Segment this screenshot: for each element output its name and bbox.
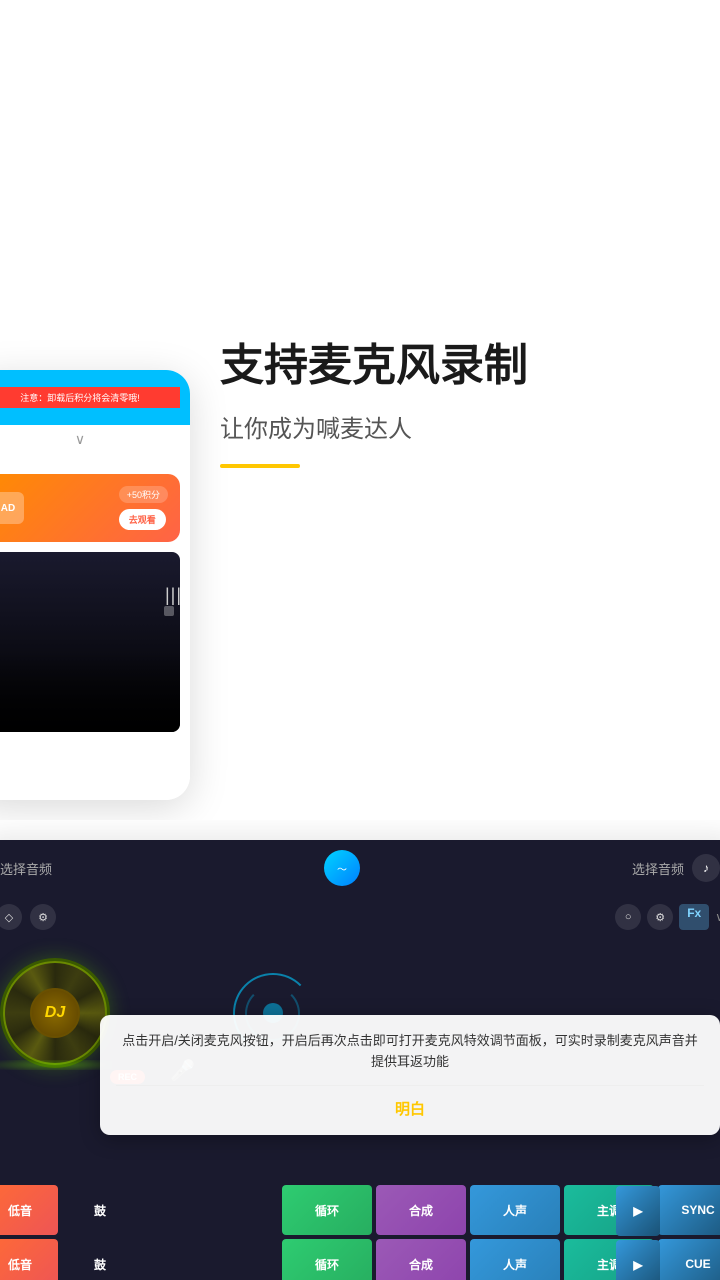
vinyl-left: DJ [0, 958, 110, 1068]
play-button-1[interactable]: ▶ [616, 1186, 660, 1236]
ad-watch-button[interactable]: 去观看 [119, 509, 166, 530]
music-note-icon[interactable]: ♪ [692, 854, 720, 882]
crowd-silhouette [0, 652, 180, 732]
text-content-area: 支持麦克风录制 让你成为喊麦达人 [220, 340, 680, 468]
play-button-2[interactable]: ▶ [616, 1240, 660, 1280]
vinyl-glow [0, 1060, 112, 1070]
phone-top-bar: 注意：卸载后积分将会清零哦! [0, 370, 190, 425]
dj-left-buttons: 低音 鼓 低音 鼓 [0, 1185, 140, 1280]
header-right-text: 选择音频 [632, 859, 684, 878]
sync-button[interactable]: SYNC [658, 1185, 720, 1235]
top-section: 支持麦克风录制 让你成为喊麦达人 注意：卸载后积分将会清零哦! ∨ AD [0, 0, 720, 820]
drum-button-2[interactable]: 鼓 [62, 1239, 138, 1280]
warning-banner: 注意：卸载后积分将会清零哦! [0, 387, 180, 408]
tooltip-popup: 点击开启/关闭麦克风按钮，开启后再次点击即可打开麦克风特效调节面板，可实时录制麦… [100, 1015, 720, 1135]
yellow-divider [220, 464, 300, 468]
right-control-icons: ○ ⚙ Fx ∨ [615, 904, 720, 930]
synth-button-2[interactable]: 合成 [376, 1239, 466, 1280]
cue-button[interactable]: CUE [658, 1239, 720, 1280]
ad-icon: AD [0, 492, 24, 524]
synth-button-1[interactable]: 合成 [376, 1185, 466, 1235]
tooltip-text: 点击开启/关闭麦克风按钮，开启后再次点击即可打开麦克风特效调节面板，可实时录制麦… [116, 1031, 704, 1073]
ui-button-small [164, 606, 174, 616]
clock-icon[interactable]: ○ [615, 904, 641, 930]
gear-icon[interactable]: ⚙ [30, 904, 56, 930]
left-btn-row-2: 低音 鼓 [0, 1239, 140, 1280]
phone-mockup-1: 注意：卸载后积分将会清零哦! ∨ AD +50积分 去观看 [0, 370, 190, 800]
loop-button-2[interactable]: 循环 [282, 1239, 372, 1280]
dj-screen: 选择音频 〜 选择音频 ♪ ◇ ⚙ ○ [0, 840, 720, 1280]
settings-icons: ◇ ⚙ [0, 904, 605, 930]
vocal-button-1[interactable]: 人声 [470, 1185, 560, 1235]
chevron-down-icon: ∨ [715, 904, 720, 930]
waveform-icon: 〜 [337, 861, 347, 876]
phone-screen: 注意：卸载后积分将会清零哦! ∨ AD +50积分 去观看 [0, 370, 190, 800]
vocal-button-2[interactable]: 人声 [470, 1239, 560, 1280]
vinyl-outer-ring [3, 961, 107, 1065]
audience-area [0, 552, 180, 732]
ad-card: AD +50积分 去观看 [0, 474, 180, 542]
loop-button-1[interactable]: 循环 [282, 1185, 372, 1235]
header-left-text: 选择音频 [0, 859, 52, 878]
dj-header: 选择音频 〜 选择音频 ♪ [0, 840, 720, 896]
tooltip-divider [116, 1085, 704, 1086]
dj-logo: 〜 [324, 850, 360, 886]
bottom-section: 选择音频 〜 选择音频 ♪ ◇ ⚙ ○ [0, 820, 720, 1280]
phone-content: AD +50积分 去观看 [0, 454, 190, 752]
dj-phone-mockup: 选择音频 〜 选择音频 ♪ ◇ ⚙ ○ [0, 840, 720, 1280]
bass-button-2[interactable]: 低音 [0, 1239, 58, 1280]
fx-button[interactable]: Fx [679, 904, 709, 930]
ad-points: +50积分 [119, 486, 168, 503]
main-title: 支持麦克风录制 [220, 340, 680, 393]
tooltip-ok-button[interactable]: 明白 [116, 1098, 704, 1119]
dj-controls: ◇ ⚙ ○ ⚙ Fx ∨ [0, 896, 720, 938]
sub-title: 让你成为喊麦达人 [220, 409, 680, 444]
dropdown-arrow: ∨ [0, 425, 190, 454]
left-btn-row-1: 低音 鼓 [0, 1185, 140, 1235]
dj-right-buttons: 循环 合成 人声 主调 SYNC [280, 1185, 720, 1280]
equalizer-icon[interactable]: ⚙ [647, 904, 673, 930]
resize-handle: ||| [165, 585, 182, 606]
diamond-icon[interactable]: ◇ [0, 904, 22, 930]
bass-button-1[interactable]: 低音 [0, 1185, 58, 1235]
drum-button-1[interactable]: 鼓 [62, 1185, 138, 1235]
ad-label: AD [1, 503, 15, 514]
